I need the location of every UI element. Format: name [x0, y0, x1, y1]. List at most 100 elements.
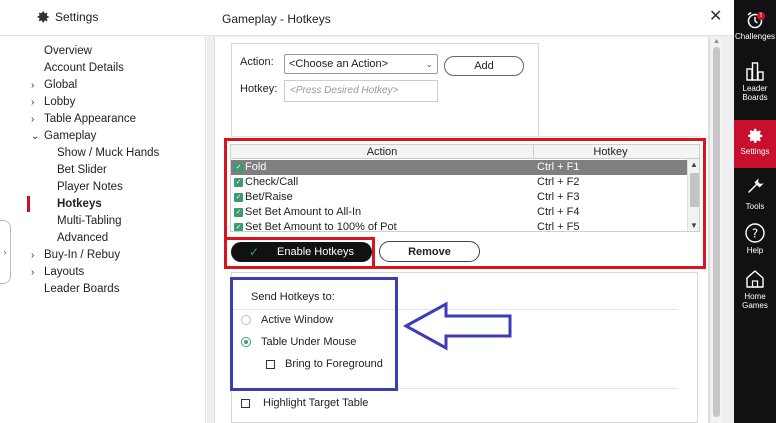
- table-row[interactable]: ✓ Check/Call Ctrl + F2: [231, 175, 687, 190]
- leaderboard-icon: [746, 62, 764, 81]
- nav-item-show-muck-hands[interactable]: Show / Muck Hands: [57, 147, 159, 159]
- right-rail: Challenges ! Leader Boards Settings Tool…: [734, 0, 776, 423]
- gear-icon: [748, 128, 763, 143]
- nav-item-account-details[interactable]: Account Details: [44, 62, 124, 74]
- scroll-down-icon[interactable]: ▼: [690, 221, 698, 230]
- row-checkbox[interactable]: ✓: [234, 193, 243, 202]
- hotkey-cell: Ctrl + F1: [537, 161, 580, 173]
- table-scroll-thumb[interactable]: [690, 173, 699, 207]
- chevron-right-icon[interactable]: ›: [31, 250, 34, 261]
- home-icon: [746, 270, 764, 288]
- table-row[interactable]: ✓ Set Bet Amount to 100% of Pot Ctrl + F5: [231, 220, 687, 232]
- hotkey-cell: Ctrl + F4: [537, 206, 580, 218]
- rail-label: Home Games: [742, 292, 768, 310]
- hotkey-cell: Ctrl + F5: [537, 221, 580, 232]
- column-header-action[interactable]: Action: [231, 145, 534, 159]
- rail-settings[interactable]: Settings: [734, 120, 776, 168]
- nav-item-table-appearance[interactable]: Table Appearance: [44, 113, 136, 125]
- nav-item-advanced[interactable]: Advanced: [57, 232, 108, 244]
- rail-label: Challenges: [734, 32, 776, 41]
- scroll-up-icon[interactable]: ▲: [713, 38, 720, 45]
- settings-header: Settings: [36, 10, 98, 24]
- rail-label: Leader Boards: [742, 84, 768, 102]
- table-under-mouse-label: Table Under Mouse: [261, 336, 357, 348]
- rail-help[interactable]: ? Help: [734, 222, 776, 262]
- action-label: Action:: [240, 56, 274, 68]
- nav-item-multi-tabling[interactable]: Multi-Tabling: [57, 215, 122, 227]
- highlight-target-table-label: Highlight Target Table: [263, 397, 369, 409]
- action-select-value: <Choose an Action>: [289, 58, 389, 70]
- rail-label: Help: [746, 246, 764, 255]
- hotkey-cell: Ctrl + F3: [537, 191, 580, 203]
- column-header-hotkey[interactable]: Hotkey: [534, 145, 687, 159]
- rail-leader-boards[interactable]: Leader Boards: [734, 58, 776, 114]
- table-scrollbar[interactable]: ▲ ▼: [687, 159, 699, 231]
- rail-home-games[interactable]: Home Games: [734, 268, 776, 318]
- chevron-down-icon[interactable]: ⌄: [31, 131, 39, 142]
- chevron-right-icon[interactable]: ›: [31, 80, 34, 91]
- nav-item-bet-slider[interactable]: Bet Slider: [57, 164, 107, 176]
- hotkey-label: Hotkey:: [240, 83, 278, 95]
- rail-challenges[interactable]: Challenges !: [734, 4, 776, 50]
- notification-badge: !: [757, 12, 765, 20]
- action-cell: Set Bet Amount to 100% of Pot: [245, 221, 397, 232]
- rail-label: Tools: [745, 202, 765, 211]
- hotkey-table: Action Hotkey ✓ Fold Ctrl + F1 ✓ Check/Call C…: [230, 144, 700, 232]
- scroll-up-icon[interactable]: ▲: [690, 160, 698, 169]
- settings-title: Settings: [55, 10, 99, 24]
- row-checkbox[interactable]: ✓: [234, 163, 243, 172]
- hotkey-cell: Ctrl + F2: [537, 176, 580, 188]
- title-bar: Settings Gameplay - Hotkeys ✕: [0, 0, 734, 36]
- main-scroll-thumb[interactable]: [713, 47, 720, 417]
- row-checkbox[interactable]: ✓: [234, 223, 243, 231]
- chevron-down-icon: ⌄: [425, 58, 433, 69]
- divider: [230, 136, 701, 137]
- table-header: Action Hotkey: [231, 145, 699, 159]
- table-row[interactable]: ✓ Fold Ctrl + F1: [231, 160, 687, 175]
- action-cell: Check/Call: [245, 176, 299, 188]
- hotkey-input[interactable]: <Press Desired Hotkey>: [284, 80, 438, 102]
- highlight-target-table-checkbox[interactable]: [241, 399, 250, 408]
- nav-item-player-notes[interactable]: Player Notes: [57, 181, 123, 193]
- nav-item-global[interactable]: Global: [44, 79, 77, 91]
- wrench-icon: [748, 178, 764, 193]
- table-row[interactable]: ✓ Bet/Raise Ctrl + F3: [231, 190, 687, 205]
- remove-button[interactable]: Remove: [379, 241, 480, 262]
- divider: [232, 309, 678, 310]
- nav-item-overview[interactable]: Overview: [44, 45, 92, 57]
- close-button[interactable]: ✕: [709, 9, 722, 25]
- action-cell: Bet/Raise: [245, 191, 293, 203]
- send-hotkeys-title: Send Hotkeys to:: [251, 291, 335, 303]
- settings-nav: [0, 36, 206, 423]
- chevron-right-icon[interactable]: ›: [31, 114, 34, 125]
- svg-text:?: ?: [752, 227, 758, 241]
- nav-item-lobby[interactable]: Lobby: [44, 96, 75, 108]
- page-title: Gameplay - Hotkeys: [222, 12, 331, 26]
- collapse-sidebar-button[interactable]: ›: [0, 220, 11, 284]
- chevron-right-icon[interactable]: ›: [31, 267, 34, 278]
- enable-hotkeys-button[interactable]: ✓ Enable Hotkeys: [231, 242, 372, 262]
- table-row[interactable]: ✓ Set Bet Amount to All-In Ctrl + F4: [231, 205, 687, 220]
- nav-item-hotkeys[interactable]: Hotkeys: [57, 198, 102, 210]
- chevron-right-icon[interactable]: ›: [31, 97, 34, 108]
- bring-to-foreground-label: Bring to Foreground: [285, 358, 383, 370]
- table-under-mouse-radio[interactable]: [241, 337, 251, 347]
- action-select[interactable]: <Choose an Action> ⌄: [284, 54, 438, 74]
- main-scrollbar[interactable]: ▲: [709, 37, 722, 423]
- nav-item-leader-boards[interactable]: Leader Boards: [44, 283, 119, 295]
- divider: [232, 388, 678, 389]
- action-cell: Fold: [245, 161, 267, 173]
- nav-item-gameplay[interactable]: Gameplay: [44, 130, 96, 142]
- chevron-right-icon: ›: [3, 247, 7, 257]
- row-checkbox[interactable]: ✓: [234, 178, 243, 187]
- nav-item-layouts[interactable]: Layouts: [44, 266, 84, 278]
- row-checkbox[interactable]: ✓: [234, 208, 243, 217]
- bring-to-foreground-checkbox[interactable]: [266, 360, 275, 369]
- add-button[interactable]: Add: [444, 56, 524, 76]
- help-icon: ?: [745, 223, 765, 243]
- nav-item-buy-in-rebuy[interactable]: Buy-In / Rebuy: [44, 249, 120, 261]
- enable-hotkeys-label: Enable Hotkeys: [277, 246, 355, 258]
- rail-tools[interactable]: Tools: [734, 176, 776, 216]
- active-window-radio[interactable]: [241, 315, 251, 325]
- active-window-label: Active Window: [261, 314, 334, 326]
